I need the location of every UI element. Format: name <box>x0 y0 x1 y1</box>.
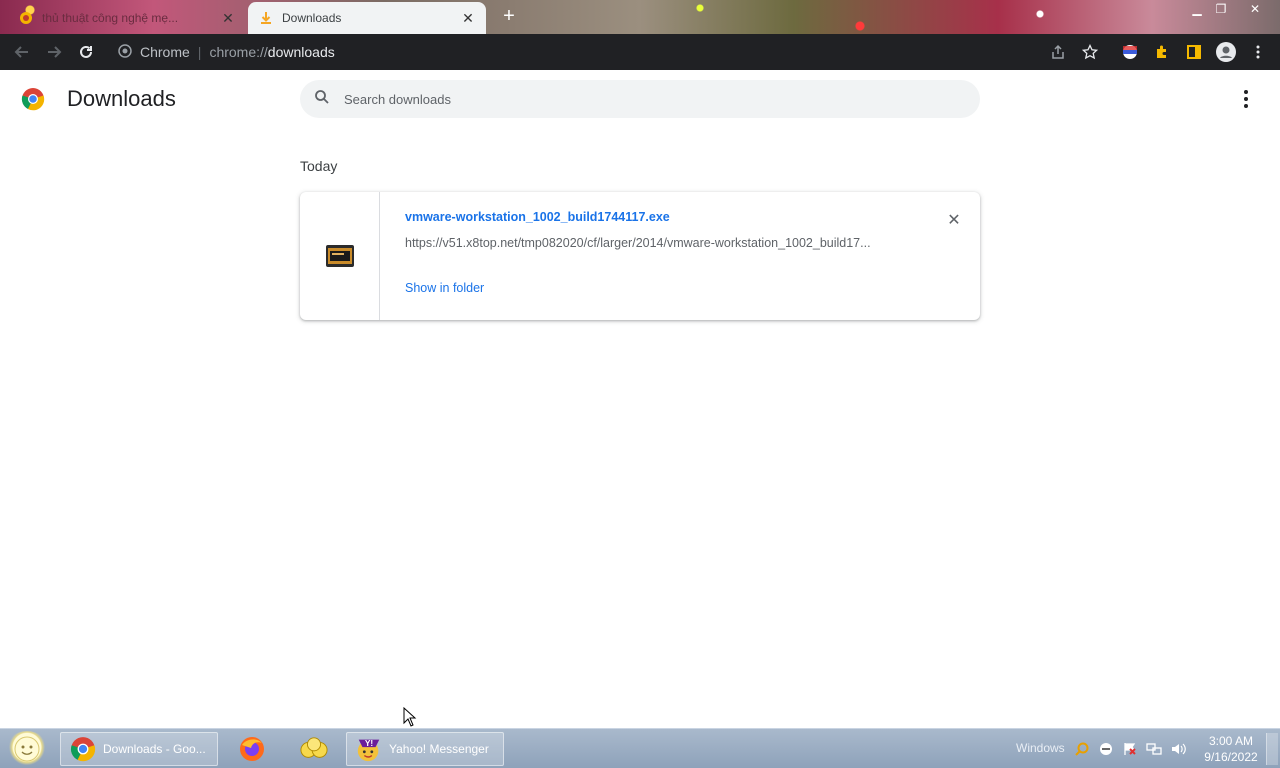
show-in-folder-link[interactable]: Show in folder <box>405 281 484 295</box>
volume-icon[interactable] <box>1170 741 1186 757</box>
extension-flag-icon[interactable] <box>1118 40 1142 64</box>
url-scheme: chrome:// <box>209 44 268 60</box>
downloads-page: Downloads Today vmware-workstation_1002_… <box>0 70 1280 728</box>
clock-time: 3:00 AM <box>1208 734 1254 748</box>
taskbar-button-label: Downloads - Goo... <box>103 742 206 756</box>
search-input[interactable] <box>344 91 944 107</box>
system-clock[interactable]: 3:00 AM 9/16/2022 <box>1196 733 1266 765</box>
taskbar-button-label: Yahoo! Messenger <box>389 742 489 756</box>
file-icon-column <box>300 192 380 320</box>
close-window-icon[interactable]: ✕ <box>1242 0 1268 18</box>
remove-download-icon[interactable]: ✕ <box>944 210 964 230</box>
close-tab-icon[interactable]: ✕ <box>460 10 476 26</box>
taskbar: Downloads - Goo... Y! Yahoo! Messenger W… <box>0 728 1280 768</box>
tab-downloads[interactable]: Downloads ✕ <box>248 2 486 34</box>
date-section-label: Today <box>300 158 338 174</box>
download-source-url[interactable]: https://v51.x8top.net/tmp082020/cf/large… <box>405 236 905 250</box>
share-icon[interactable] <box>1046 40 1070 64</box>
svg-text:Y!: Y! <box>365 738 373 748</box>
network-icon[interactable] <box>1146 741 1162 757</box>
bookmark-star-icon[interactable] <box>1078 40 1102 64</box>
title-bar: thủ thuật công nghệ mẹ... ✕ Downloads ✕ … <box>0 0 1280 34</box>
address-bar[interactable]: Chrome | chrome://downloads <box>110 38 1110 66</box>
page-title: Downloads <box>67 86 176 111</box>
tab-title: thủ thuật công nghệ mẹ... <box>42 11 179 25</box>
search-icon <box>314 89 330 110</box>
tab-title: Downloads <box>282 11 342 25</box>
search-downloads-box[interactable] <box>300 80 980 118</box>
taskbar-firefox-button[interactable] <box>230 732 274 766</box>
reload-button[interactable] <box>74 40 98 64</box>
download-icon <box>258 10 274 26</box>
show-desktop-button[interactable] <box>1266 733 1278 765</box>
omnibox-divider: | <box>197 44 202 60</box>
search-tray-icon[interactable] <box>1074 741 1090 757</box>
back-button[interactable] <box>10 40 34 64</box>
firefox-icon <box>238 735 266 763</box>
restore-icon[interactable]: ❐ <box>1208 0 1234 18</box>
folder-icon <box>300 735 328 763</box>
browser-toolbar: Chrome | chrome://downloads <box>0 34 1280 70</box>
chrome-security-icon <box>118 43 132 61</box>
chrome-logo-icon <box>21 87 45 111</box>
minimize-icon[interactable]: ▁ <box>1184 0 1210 18</box>
chrome-icon <box>69 735 97 763</box>
action-center-flag-icon[interactable] <box>1122 741 1138 757</box>
taskbar-yahoo-messenger-button[interactable]: Y! Yahoo! Messenger <box>346 732 504 766</box>
forward-button[interactable] <box>42 40 66 64</box>
minus-tray-icon[interactable] <box>1098 741 1114 757</box>
download-item: vmware-workstation_1002_build1744117.exe… <box>300 192 980 320</box>
site-favicon-icon <box>18 10 34 26</box>
tab-inactive[interactable]: thủ thuật công nghệ mẹ... ✕ <box>8 2 246 34</box>
side-panel-icon[interactable] <box>1182 40 1206 64</box>
taskbar-chrome-button[interactable]: Downloads - Goo... <box>60 732 218 766</box>
page-header: Downloads <box>0 70 1280 130</box>
mouse-cursor-icon <box>403 707 417 727</box>
executable-file-icon <box>324 242 356 270</box>
new-tab-button[interactable]: + <box>498 6 520 28</box>
chrome-menu-icon[interactable] <box>1246 40 1270 64</box>
download-file-name-link[interactable]: vmware-workstation_1002_build1744117.exe <box>405 210 670 224</box>
clock-date: 9/16/2022 <box>1204 750 1258 764</box>
yahoo-messenger-icon: Y! <box>355 735 383 763</box>
start-button[interactable] <box>6 731 48 767</box>
tray-label: Windows <box>1016 741 1065 755</box>
profile-avatar-icon[interactable] <box>1214 40 1238 64</box>
close-tab-icon[interactable]: ✕ <box>220 10 236 26</box>
url-host: downloads <box>267 44 335 60</box>
taskbar-folder-button[interactable] <box>292 732 336 766</box>
security-label: Chrome <box>140 44 190 60</box>
extensions-puzzle-icon[interactable] <box>1150 40 1174 64</box>
more-actions-icon[interactable] <box>1236 88 1256 110</box>
